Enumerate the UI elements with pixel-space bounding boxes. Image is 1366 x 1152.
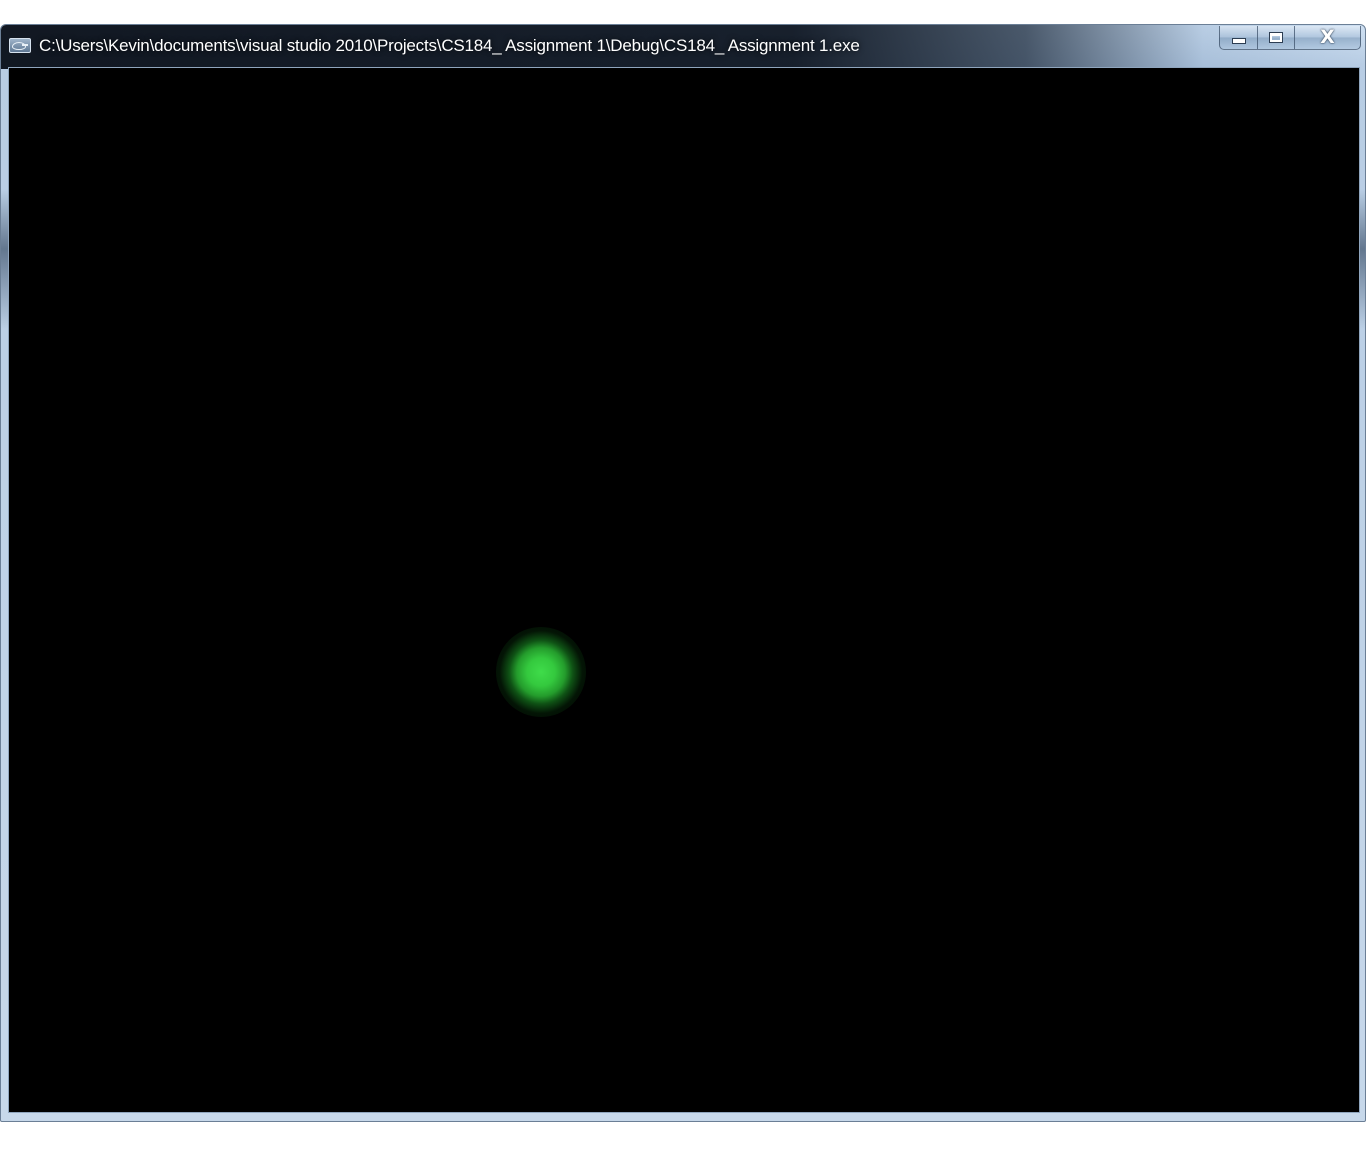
green-sphere bbox=[496, 627, 586, 717]
caption-buttons: X bbox=[1219, 26, 1361, 52]
maximize-icon bbox=[1269, 32, 1283, 43]
close-icon: X bbox=[1320, 26, 1335, 48]
minimize-icon bbox=[1231, 37, 1246, 44]
app-window: C:\Users\Kevin\documents\visual studio 2… bbox=[0, 24, 1366, 1122]
minimize-button[interactable] bbox=[1219, 26, 1257, 50]
maximize-button[interactable] bbox=[1257, 26, 1295, 50]
title-bar[interactable]: C:\Users\Kevin\documents\visual studio 2… bbox=[1, 25, 1365, 67]
console-app-icon[interactable] bbox=[9, 38, 31, 53]
window-title: C:\Users\Kevin\documents\visual studio 2… bbox=[39, 36, 860, 55]
render-canvas[interactable] bbox=[8, 67, 1360, 1113]
close-button[interactable]: X bbox=[1295, 26, 1361, 50]
